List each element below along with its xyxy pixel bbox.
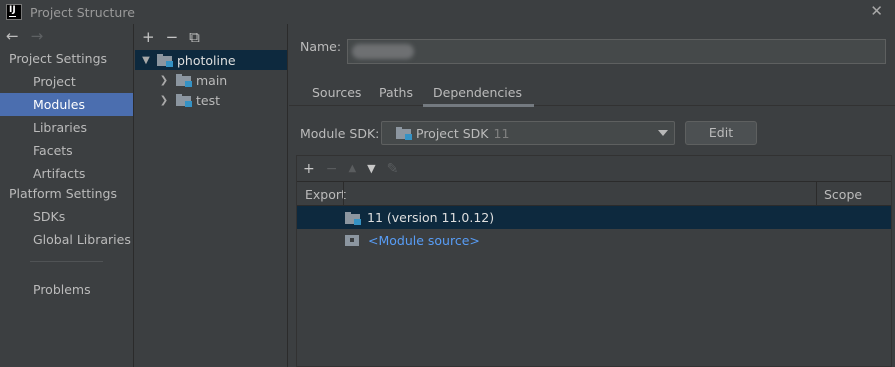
tab-sources[interactable]: Sources	[312, 82, 361, 106]
chevron-right-icon[interactable]: ❯	[157, 75, 171, 86]
dependencies-panel: + − ▲ ▼ ✎ Export Scope 11 (version 11.0.…	[296, 155, 892, 367]
table-row[interactable]: 11 (version 11.0.12)	[297, 206, 891, 229]
column-divider	[343, 182, 344, 206]
forward-arrow-icon[interactable]: →	[31, 27, 44, 45]
sdk-selected-value: Project SDK	[416, 125, 489, 141]
title-bar: IJ Project Structure ✕	[0, 0, 895, 24]
sdk-folder-icon	[396, 127, 412, 140]
dependency-label: <Module source>	[368, 233, 480, 248]
tree-node-test[interactable]: ❯ test	[135, 90, 287, 110]
add-dependency-icon[interactable]: +	[303, 161, 315, 177]
remove-dependency-icon[interactable]: −	[326, 161, 338, 177]
sidebar-item-artifacts[interactable]: Artifacts	[0, 162, 133, 185]
add-module-icon[interactable]: +	[142, 28, 155, 46]
edit-sdk-button[interactable]: Edit	[685, 121, 757, 145]
remove-module-icon[interactable]: −	[166, 28, 179, 46]
tab-dependencies[interactable]: Dependencies	[423, 82, 534, 107]
module-settings-panel: Name: Sources Paths Dependencies Module …	[289, 24, 895, 367]
tree-node-label: photoline	[177, 52, 236, 68]
module-source-icon	[345, 235, 359, 246]
column-divider	[816, 182, 817, 206]
sidebar-item-libraries[interactable]: Libraries	[0, 116, 133, 139]
sidebar-item-project[interactable]: Project	[0, 70, 133, 93]
tree-node-label: test	[196, 92, 221, 108]
edit-dependency-icon[interactable]: ✎	[387, 161, 399, 177]
dependency-label: 11 (version 11.0.12)	[367, 210, 495, 225]
project-settings-header: Project Settings	[9, 51, 108, 66]
sdk-version: 11	[493, 125, 510, 141]
module-folder-icon	[176, 74, 192, 87]
tab-paths[interactable]: Paths	[379, 82, 413, 106]
name-row: Name:	[289, 39, 341, 54]
module-sdk-row: Module SDK: Project SDK 11 Edit	[289, 121, 895, 147]
window-title: Project Structure	[30, 4, 135, 20]
sidebar-divider	[30, 261, 103, 262]
back-arrow-icon[interactable]: ←	[6, 27, 19, 45]
redacted-name	[352, 44, 414, 59]
chevron-down-icon[interactable]: ▼	[139, 55, 153, 66]
sidebar-item-facets[interactable]: Facets	[0, 139, 133, 162]
column-export[interactable]: Export	[305, 187, 346, 202]
table-row[interactable]: <Module source>	[297, 229, 891, 252]
sidebar-item-problems[interactable]: Problems	[0, 278, 133, 301]
module-tree-pane: + − ⧉ ▼ photoline ❯ main ❯ test	[135, 24, 288, 367]
history-nav: ← →	[0, 24, 133, 48]
module-tabs: Sources Paths Dependencies	[289, 82, 895, 107]
settings-sidebar: ← → Project Settings Project Modules Lib…	[0, 24, 134, 367]
sidebar-item-sdks[interactable]: SDKs	[0, 205, 133, 228]
dependencies-table-header: Export Scope	[297, 181, 891, 206]
sdk-folder-icon	[345, 211, 361, 225]
tree-node-label: main	[196, 72, 228, 88]
dropdown-arrow-icon[interactable]	[658, 130, 668, 136]
move-up-icon[interactable]: ▲	[348, 163, 356, 174]
copy-module-icon[interactable]: ⧉	[189, 28, 200, 46]
move-down-icon[interactable]: ▼	[367, 162, 375, 175]
module-name-field[interactable]	[347, 39, 886, 64]
platform-settings-header: Platform Settings	[9, 186, 117, 201]
tree-node-main[interactable]: ❯ main	[135, 70, 287, 90]
name-label: Name:	[300, 39, 342, 54]
module-folder-icon	[157, 54, 173, 67]
intellij-logo-icon: IJ	[6, 4, 22, 20]
module-sdk-dropdown[interactable]: Project SDK 11	[381, 121, 675, 145]
sidebar-item-modules[interactable]: Modules	[0, 93, 133, 116]
tree-toolbar: + − ⧉	[135, 24, 287, 50]
chevron-right-icon[interactable]: ❯	[157, 95, 171, 106]
close-icon[interactable]: ✕	[870, 2, 883, 20]
column-scope[interactable]: Scope	[824, 187, 862, 202]
dependencies-toolbar: + − ▲ ▼ ✎	[297, 156, 891, 181]
module-folder-icon	[176, 94, 192, 107]
module-sdk-label: Module SDK:	[300, 126, 380, 141]
sidebar-item-global-libraries[interactable]: Global Libraries	[0, 228, 133, 251]
tree-node-photoline[interactable]: ▼ photoline	[135, 50, 287, 70]
